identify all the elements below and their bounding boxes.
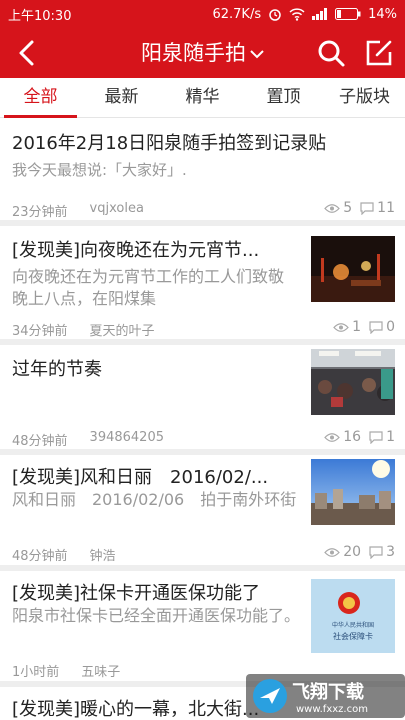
- comment-icon: [369, 320, 383, 334]
- battery-icon: [335, 8, 361, 20]
- comment-count: 3: [386, 544, 395, 560]
- post-author: 五味子: [81, 665, 121, 680]
- views-icon: [324, 432, 341, 442]
- view-count: 16: [343, 429, 362, 445]
- tab-all[interactable]: 全部: [0, 78, 81, 118]
- post-thumbnail: [311, 349, 395, 415]
- post-list: 2016年2月18日阳泉随手拍签到记录贴 我今天最想说:「大家好」. 23分钟前…: [0, 119, 405, 720]
- status-bar: 上午10:30 62.7K/s 14%: [0, 0, 405, 28]
- watermark-text: 飞翔下载: [292, 681, 364, 703]
- post-meta: 23分钟前 vqjxolea: [12, 201, 144, 220]
- views-icon: [324, 203, 341, 213]
- chevron-down-icon: [250, 50, 264, 59]
- post-stats: 16 1: [324, 429, 395, 445]
- views-icon: [324, 547, 341, 557]
- post-meta: 48分钟前 394864205: [12, 430, 164, 449]
- post-thumbnail: [311, 236, 395, 302]
- tab-subforums[interactable]: 子版块: [324, 78, 405, 117]
- post-item[interactable]: [发现美]向夜晚还在为元宵节... 向夜晚还在为元宵节工作的工人们致敬 晚上八点…: [0, 226, 405, 345]
- wifi-icon: [289, 7, 305, 21]
- post-stats: 1 0: [333, 319, 395, 335]
- views-icon: [333, 322, 349, 332]
- post-time: 23分钟前: [12, 205, 68, 220]
- card-text: 社会保障卡: [333, 631, 373, 641]
- post-title: 过年的节奏: [12, 359, 102, 380]
- edit-icon[interactable]: [364, 38, 394, 68]
- post-excerpt: 阳泉市社保卡已经全面开通医保功能了。: [12, 606, 301, 625]
- post-time: 34分钟前: [12, 324, 68, 339]
- tab-bar: 全部 最新 精华 置顶 子版块: [0, 78, 405, 118]
- post-title: [发现美]向夜晚还在为元宵节...: [12, 240, 260, 261]
- comment-icon: [360, 201, 374, 215]
- download-watermark: 飞翔下载 www.fxxz.com: [246, 670, 405, 720]
- card-small-text: 中华人民共和国: [332, 621, 374, 629]
- battery-level: 14%: [368, 6, 397, 22]
- post-author: vqjxolea: [89, 201, 144, 216]
- signal-icon: [312, 8, 328, 20]
- post-excerpt: 向夜晚还在为元宵节工作的工人们致敬 晚上八点，在阳煤集: [12, 267, 285, 308]
- post-item[interactable]: [发现美]风和日丽 2016/02/... 风和日丽 2016/02/06 拍于…: [0, 455, 405, 571]
- view-count: 5: [343, 200, 353, 216]
- post-author: 钟浩: [89, 549, 116, 564]
- post-stats: 5 11: [324, 200, 395, 216]
- network-speed: 62.7K/s: [212, 6, 262, 22]
- tab-pinned[interactable]: 置顶: [243, 78, 324, 117]
- alarm-icon: [269, 9, 281, 21]
- status-time: 上午10:30: [8, 8, 72, 24]
- page-title: 阳泉随手拍: [141, 41, 246, 65]
- post-title: [发现美]社保卡开通医保功能了: [12, 583, 261, 604]
- post-time: 48分钟前: [12, 434, 68, 449]
- comment-icon: [369, 545, 383, 559]
- post-time: 48分钟前: [12, 549, 68, 564]
- post-meta: 34分钟前 夏天的叶子: [12, 320, 155, 339]
- app-header: 阳泉随手拍: [0, 28, 405, 78]
- view-count: 1: [352, 319, 362, 335]
- search-icon[interactable]: [316, 38, 346, 68]
- post-thumbnail: 中华人民共和国 社会保障卡: [311, 579, 395, 653]
- comment-count: 1: [386, 429, 395, 445]
- post-meta: 48分钟前 钟浩: [12, 545, 116, 564]
- tab-latest[interactable]: 最新: [81, 78, 162, 117]
- comment-icon: [369, 430, 383, 444]
- comment-count: 11: [377, 200, 395, 216]
- tab-featured[interactable]: 精华: [162, 78, 243, 117]
- post-title: 2016年2月18日阳泉随手拍签到记录贴: [12, 133, 327, 154]
- post-stats: 20 3: [324, 544, 395, 560]
- post-excerpt: 我今天最想说:「大家好」.: [12, 161, 187, 179]
- post-excerpt: 风和日丽 2016/02/06 拍于南外环街: [12, 490, 297, 509]
- post-thumbnail: [311, 459, 395, 525]
- watermark-url: www.fxxz.com: [296, 704, 368, 715]
- post-author: 夏天的叶子: [89, 324, 155, 339]
- post-meta: 1小时前 五味子: [12, 661, 120, 680]
- post-item[interactable]: 2016年2月18日阳泉随手拍签到记录贴 我今天最想说:「大家好」. 23分钟前…: [0, 119, 405, 226]
- comment-count: 0: [386, 319, 395, 335]
- post-author: 394864205: [89, 430, 164, 445]
- post-time: 1小时前: [12, 665, 60, 680]
- post-item[interactable]: 过年的节奏 48分钟前 394864205 16 1: [0, 345, 405, 455]
- post-title: [发现美]风和日丽 2016/02/...: [12, 467, 269, 488]
- view-count: 20: [343, 544, 362, 560]
